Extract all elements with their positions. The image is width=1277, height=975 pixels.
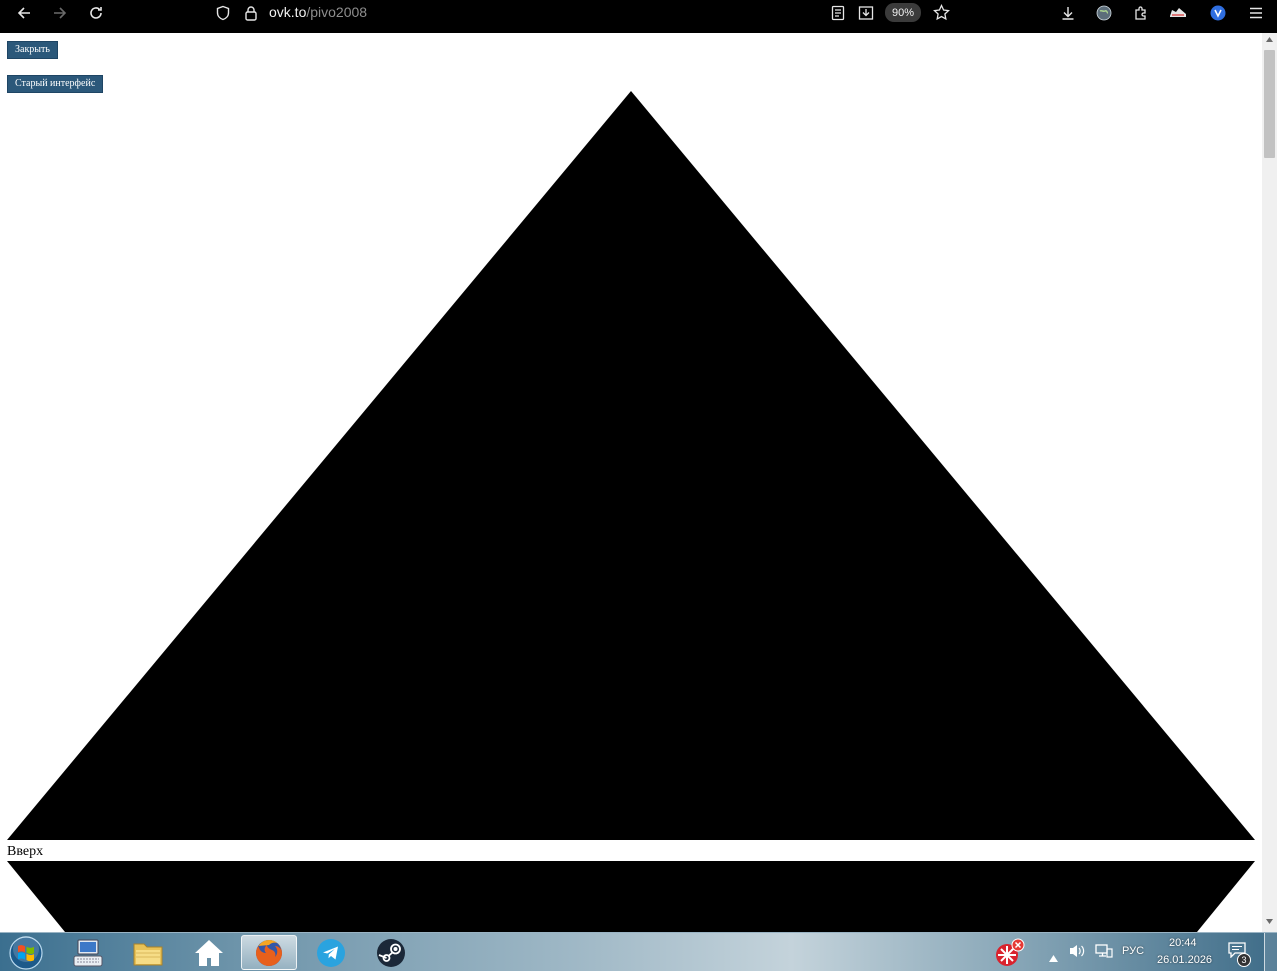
clock-date[interactable]: 26.01.2026	[1157, 954, 1212, 966]
home-icon	[195, 939, 223, 966]
extensions-puzzle-icon[interactable]	[1131, 0, 1151, 25]
scroll-down-arrow-icon[interactable]	[1266, 919, 1273, 924]
show-desktop-button[interactable]	[1264, 933, 1277, 972]
triangle-graphic	[7, 91, 1255, 932]
taskbar-firefox-app[interactable]	[241, 935, 297, 970]
old-interface-button[interactable]: Старый интерфейс	[7, 75, 104, 93]
reader-view-icon[interactable]	[829, 0, 847, 25]
antivirus-alert-icon	[996, 938, 1025, 966]
start-orb[interactable]	[6, 935, 46, 971]
firefox-icon	[256, 939, 282, 966]
address-bar[interactable]: ovk.to/pivo2008	[269, 4, 367, 21]
network-icon[interactable]	[1095, 943, 1113, 963]
taskbar-home-app[interactable]	[181, 935, 237, 970]
show-hidden-icons-icon[interactable]	[1049, 947, 1058, 966]
url-path: /pivo2008	[306, 4, 368, 20]
browser-toolbar: ovk.to/pivo2008 90%	[0, 0, 1277, 33]
bookmark-star-icon[interactable]	[931, 0, 951, 25]
vertical-scrollbar[interactable]	[1262, 33, 1277, 932]
taskbar-keyboard-app[interactable]	[60, 935, 116, 970]
url-host: ovk.to	[269, 4, 307, 20]
clock-time[interactable]: 20:44	[1169, 937, 1197, 949]
lock-icon[interactable]	[241, 0, 261, 25]
tracking-shield-icon[interactable]	[213, 0, 233, 25]
taskbar-steam-app[interactable]	[363, 935, 419, 970]
taskbar-telegram-app[interactable]	[303, 935, 359, 970]
folder-icon	[133, 943, 163, 965]
large-black-triangle	[7, 91, 1255, 840]
reload-icon[interactable]	[84, 0, 108, 25]
forward-icon[interactable]	[48, 0, 72, 25]
tray-security-app[interactable]	[984, 935, 1036, 970]
scroll-to-top-link[interactable]: Вверх	[7, 843, 43, 860]
save-page-icon[interactable]	[856, 0, 876, 25]
taskbar-explorer-app[interactable]	[120, 935, 176, 970]
downloads-icon[interactable]	[1058, 0, 1078, 25]
extension-globe-icon[interactable]	[1094, 0, 1114, 25]
profile-extension-icon[interactable]	[1208, 0, 1228, 25]
telegram-icon	[317, 938, 345, 967]
windows-taskbar: РУС 20:44 26.01.2026 3	[0, 932, 1277, 972]
zoom-level-badge[interactable]: 90%	[885, 3, 921, 22]
sneaker-extension-icon[interactable]	[1167, 0, 1189, 25]
keyboard-icon	[73, 939, 103, 966]
volume-icon[interactable]	[1068, 943, 1086, 963]
inverted-black-shape	[7, 861, 1255, 932]
steam-icon	[377, 938, 405, 967]
input-language-indicator[interactable]: РУС	[1122, 945, 1144, 957]
app-menu-icon[interactable]	[1246, 0, 1266, 25]
page-content: Закрыть Старый интерфейс Вверх	[0, 33, 1262, 932]
notification-count-badge: 3	[1237, 953, 1251, 967]
close-button[interactable]: Закрыть	[7, 41, 58, 59]
scroll-up-arrow-icon[interactable]	[1266, 37, 1273, 42]
back-icon[interactable]	[12, 0, 36, 25]
scrollbar-thumb[interactable]	[1264, 50, 1275, 158]
